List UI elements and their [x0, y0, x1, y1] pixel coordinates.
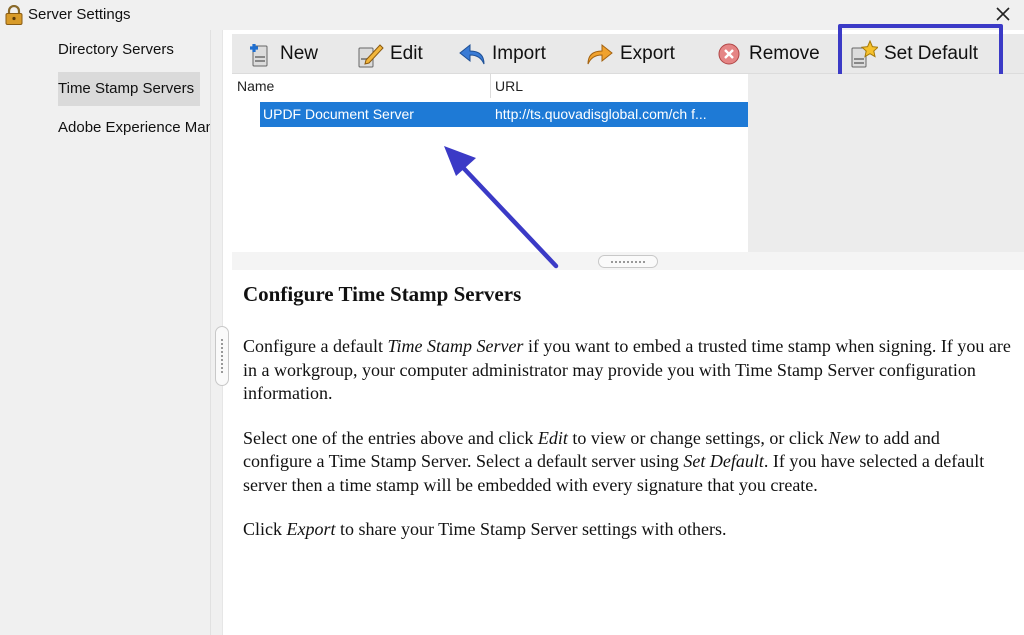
edit-pencil-icon — [358, 44, 384, 68]
description-heading: Configure Time Stamp Servers — [243, 282, 522, 306]
table-row[interactable]: UPDF Document Server http://ts.quovadisg… — [260, 102, 748, 127]
table-empty-area — [748, 74, 1024, 252]
splitter-handle[interactable] — [598, 255, 658, 268]
sidebar-item-time-stamp-servers[interactable]: Time Stamp Servers — [58, 72, 201, 106]
set-default-button[interactable]: Set Default — [850, 34, 978, 74]
sidebar-item-adobe-experience-manager[interactable]: Adobe Experience Man — [58, 111, 210, 145]
edit-label: Edit — [390, 43, 423, 64]
panel-splitter — [232, 252, 1024, 270]
import-button[interactable]: Import — [458, 34, 546, 74]
row-name-cell: UPDF Document Server — [263, 106, 414, 122]
description-panel: Configure Time Stamp Servers Configure a… — [243, 282, 1013, 563]
new-button[interactable]: New — [246, 34, 318, 74]
edit-button[interactable]: Edit — [356, 34, 423, 74]
sidebar-item-directory-servers[interactable]: Directory Servers — [58, 33, 174, 67]
new-server-icon — [250, 44, 268, 67]
set-default-star-icon — [851, 40, 878, 68]
server-table-area: Name URL UPDF Document Server http://ts.… — [232, 74, 1024, 252]
remove-x-icon — [718, 43, 740, 65]
remove-label: Remove — [749, 43, 820, 64]
column-divider[interactable] — [490, 74, 491, 98]
import-arrow-icon — [459, 43, 485, 65]
close-icon[interactable] — [992, 3, 1014, 25]
row-url-cell: http://ts.quovadisglobal.com/ch f... — [495, 106, 707, 122]
export-arrow-icon — [587, 43, 613, 65]
title-bar: Server Settings — [0, 0, 1024, 30]
column-header-url[interactable]: URL — [495, 78, 523, 94]
import-label: Import — [492, 43, 546, 64]
server-table: Name URL UPDF Document Server http://ts.… — [232, 74, 748, 252]
export-label: Export — [620, 43, 675, 64]
new-label: New — [280, 43, 319, 64]
toolbar: New Edit Import Export Remove Set Defaul… — [232, 34, 1024, 74]
window-title: Server Settings — [28, 6, 131, 23]
description-paragraph-3: Click Export to share your Time Stamp Se… — [243, 519, 727, 539]
description-paragraph-2: Select one of the entries above and clic… — [243, 427, 985, 495]
description-paragraph-1: Configure a default Time Stamp Server if… — [243, 336, 1011, 403]
remove-button[interactable]: Remove — [715, 34, 820, 74]
column-header-name[interactable]: Name — [237, 78, 274, 94]
sidebar-divider — [210, 30, 211, 635]
export-button[interactable]: Export — [586, 34, 675, 74]
set-default-label: Set Default — [884, 43, 978, 64]
sidebar-resize-handle[interactable] — [215, 326, 229, 386]
sidebar: Directory Servers Time Stamp Servers Ado… — [0, 30, 222, 635]
lock-icon — [5, 5, 23, 25]
